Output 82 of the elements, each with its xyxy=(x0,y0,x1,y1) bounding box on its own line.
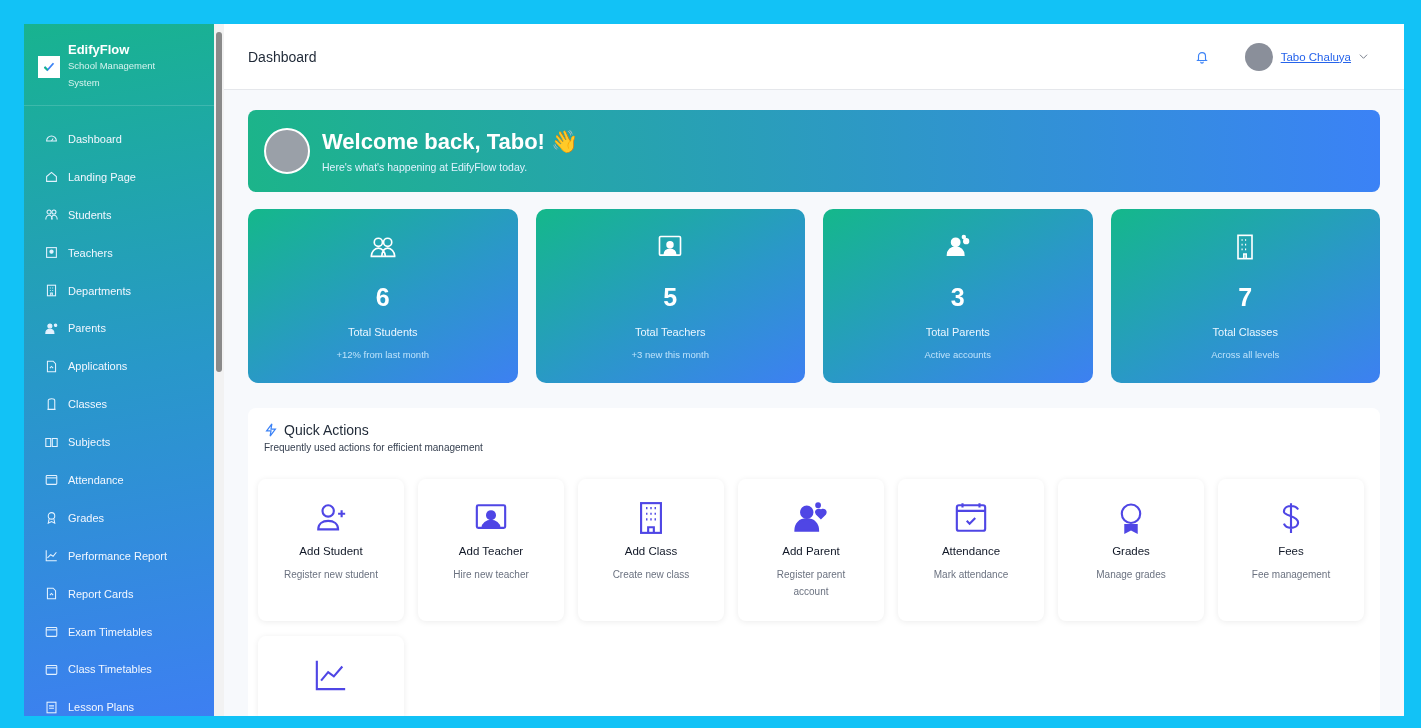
sidebar-item[interactable]: Dashboard xyxy=(24,120,214,158)
brand-name: EdifyFlow xyxy=(68,42,131,57)
doc-icon xyxy=(45,359,58,373)
people-icon xyxy=(45,208,58,222)
sidebar-item[interactable]: Attendance xyxy=(24,461,214,499)
stat-value: 6 xyxy=(375,283,390,312)
cal-icon xyxy=(45,473,58,487)
stat-label: Total Students xyxy=(347,326,418,338)
action-card[interactable]: Fees Fee management xyxy=(1218,479,1364,621)
action-description: Create new class xyxy=(611,568,691,582)
stat-label: Total Classes xyxy=(1212,326,1278,338)
sidebar-item[interactable]: Grades xyxy=(24,498,214,537)
action-description: Register parent account xyxy=(775,568,847,599)
sidebar-item[interactable]: Subjects xyxy=(24,423,214,461)
section-title: Quick Actions xyxy=(284,422,369,438)
chevron-down-icon[interactable] xyxy=(1359,52,1368,61)
action-card[interactable]: Attendance Mark attendance xyxy=(898,479,1044,621)
stat-note: +12% from last month xyxy=(336,349,430,360)
sidebar-item[interactable]: Performance Report xyxy=(24,536,214,575)
action-title: Grades xyxy=(1112,545,1150,557)
chart-icon xyxy=(314,658,348,692)
avatar-photo xyxy=(1244,42,1273,71)
action-card[interactable]: Add Teacher Hire new teacher xyxy=(418,479,564,621)
action-description: Manage grades xyxy=(1095,568,1167,582)
sidebar-item[interactable]: Teachers xyxy=(24,233,214,272)
sidebar-item[interactable]: Report Cards xyxy=(24,574,214,613)
stat-note: Across all levels xyxy=(1211,349,1280,360)
cal-icon xyxy=(45,625,58,638)
stat-value: 5 xyxy=(663,283,678,312)
parent-icon xyxy=(794,501,828,535)
action-title: Add Teacher xyxy=(458,545,524,557)
door-icon xyxy=(45,397,58,411)
lightning-icon xyxy=(264,423,278,437)
house-icon xyxy=(45,170,58,184)
stat-label: Total Parents xyxy=(925,326,990,338)
book-icon xyxy=(45,435,58,449)
action-description: Mark attendance xyxy=(932,568,1010,582)
sidebar-item[interactable]: Lesson Plans xyxy=(24,688,214,716)
stat-value: 7 xyxy=(1238,283,1253,312)
action-card[interactable]: Add Student Register new student xyxy=(258,479,404,621)
badge-icon xyxy=(45,246,58,260)
action-title: Add Class xyxy=(624,545,678,557)
doc-icon xyxy=(45,587,58,601)
action-description: Fee management xyxy=(1250,568,1332,582)
brand-tagline: School Management System xyxy=(68,59,157,90)
action-description: Hire new teacher xyxy=(452,568,530,582)
sidebar-item[interactable]: Departments xyxy=(24,271,214,310)
calcheck-icon xyxy=(954,501,988,535)
sidebar-item[interactable]: Exam Timetables xyxy=(24,612,214,651)
stat-note: +3 new this month xyxy=(631,349,709,360)
scrollbar[interactable] xyxy=(214,24,224,716)
stat-note: Active accounts xyxy=(924,349,991,360)
user-menu-link[interactable]: Tabo Chaluya xyxy=(1280,50,1351,63)
logo-icon xyxy=(38,55,60,78)
cal-icon xyxy=(45,662,58,676)
parent-icon xyxy=(45,321,58,335)
action-title: Add Parent xyxy=(782,545,840,557)
stat-value: 3 xyxy=(950,283,965,312)
bell-icon[interactable] xyxy=(1194,49,1209,64)
sidebar-item[interactable]: Applications xyxy=(24,347,214,386)
action-card[interactable]: Add Class Create new class xyxy=(578,479,724,621)
action-card[interactable]: Grades Manage grades xyxy=(1058,479,1204,621)
page-title: Dashboard xyxy=(248,48,317,65)
section-subtitle: Frequently used actions for efficient management xyxy=(264,442,484,453)
sidebar-item[interactable]: Class Timetables xyxy=(24,650,214,689)
avatar-photo xyxy=(264,128,310,174)
award-icon xyxy=(45,511,58,525)
action-description: Register new student xyxy=(283,568,379,582)
sidebar-item[interactable]: Parents xyxy=(24,309,214,348)
sidebar-item[interactable]: Classes xyxy=(24,385,214,424)
sidebar-item[interactable]: Landing Page xyxy=(24,157,214,196)
action-card[interactable]: Add Parent Register parent account xyxy=(738,479,884,621)
sidebar-item[interactable]: Students xyxy=(24,195,214,234)
action-title: Attendance xyxy=(941,545,1001,557)
welcome-subtitle: Here's what's happening at EdifyFlow today. xyxy=(322,161,529,173)
action-title: Fees xyxy=(1278,545,1304,557)
action-title: Add Student xyxy=(299,545,363,557)
list-icon xyxy=(45,700,58,714)
stat-label: Total Teachers xyxy=(634,326,706,338)
chart-icon xyxy=(45,549,58,563)
building-icon xyxy=(45,284,58,297)
welcome-title: Welcome back, Tabo! 👋 xyxy=(322,129,579,155)
